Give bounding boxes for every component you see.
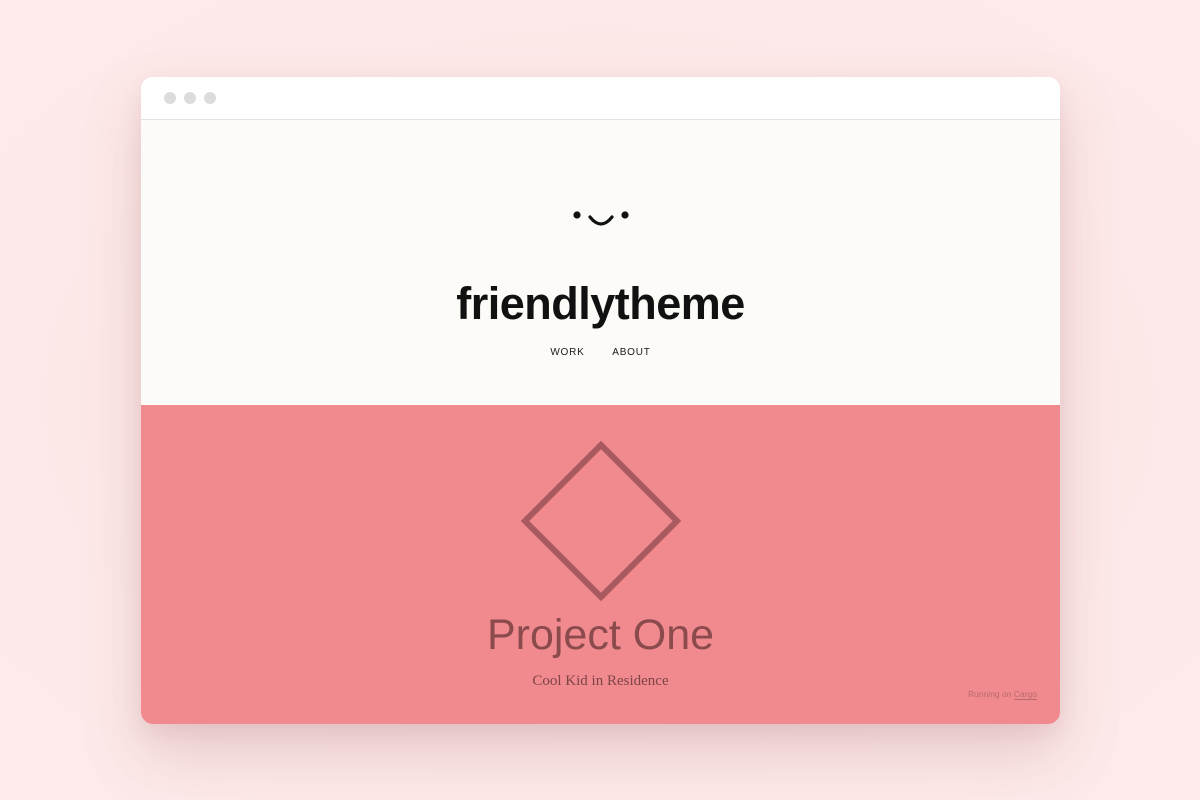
project-section[interactable]: Project One Cool Kid in Residence Runnin… bbox=[141, 405, 1060, 724]
main-nav: WORK ABOUT bbox=[141, 347, 1060, 358]
browser-window: friendlytheme WORK ABOUT Project One Coo… bbox=[141, 77, 1060, 724]
nav-item-work[interactable]: WORK bbox=[550, 347, 584, 358]
diamond-outline-icon bbox=[520, 440, 682, 602]
footer-credit: Running on Cargo bbox=[967, 689, 1037, 700]
project-subtitle: Cool Kid in Residence bbox=[532, 673, 669, 689]
window-close-dot[interactable] bbox=[164, 92, 176, 104]
browser-title-bar bbox=[141, 77, 1060, 120]
project-title[interactable]: Project One bbox=[141, 609, 1060, 661]
smiley-face-icon bbox=[573, 211, 629, 226]
window-maximize-dot[interactable] bbox=[204, 92, 216, 104]
site-title[interactable]: friendlytheme bbox=[141, 276, 1060, 332]
nav-item-about[interactable]: ABOUT bbox=[612, 347, 650, 358]
credit-prefix: Running on bbox=[967, 689, 1012, 699]
window-minimize-dot[interactable] bbox=[184, 92, 196, 104]
site-header: friendlytheme WORK ABOUT bbox=[141, 120, 1060, 405]
cargo-link[interactable]: Cargo bbox=[1013, 689, 1037, 700]
